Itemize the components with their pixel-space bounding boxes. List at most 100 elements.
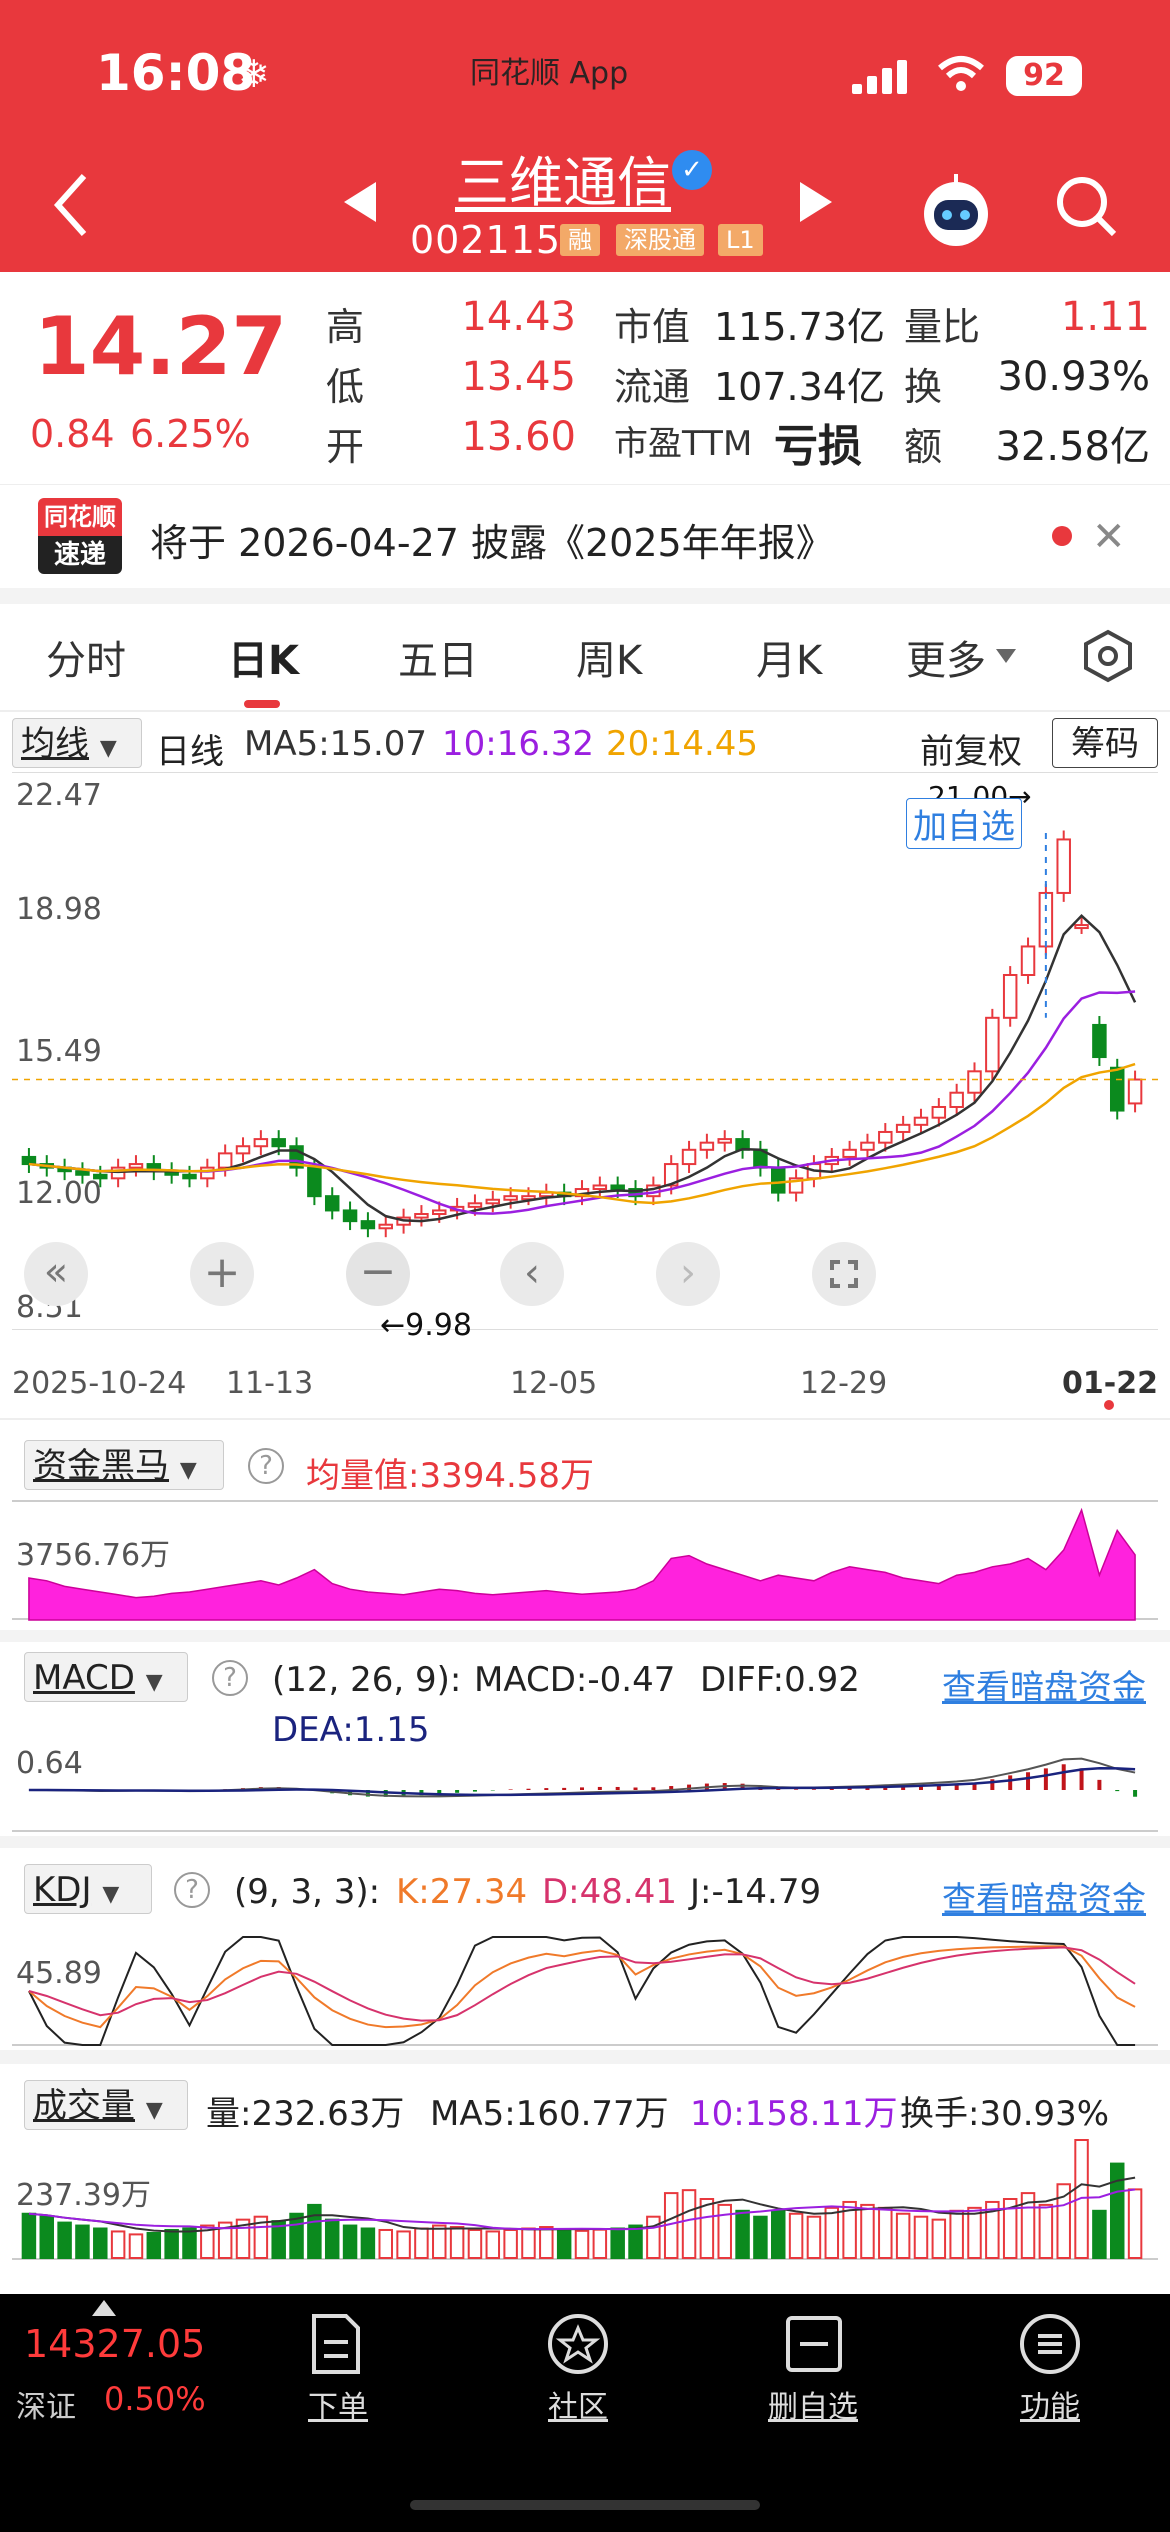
candle-body (253, 1138, 269, 1148)
order-icon[interactable] (306, 2312, 366, 2380)
candle-body (1020, 945, 1036, 976)
tab-intraday[interactable]: 分时 (46, 628, 126, 686)
volume-bar (771, 2209, 786, 2260)
adjust-mode[interactable]: 前复权 (920, 724, 1022, 773)
index-name: 深证 (16, 2390, 76, 2425)
tag-margin: 融 (560, 224, 600, 256)
news-logo-bottom: 速递 (38, 536, 122, 574)
help-icon[interactable]: ? (212, 1660, 248, 1696)
close-icon[interactable]: ✕ (1092, 514, 1126, 560)
news-logo-top: 同花顺 (38, 498, 122, 536)
tab-weekly-k[interactable]: 周K (576, 628, 642, 686)
tab-daily-k[interactable]: 日K (228, 628, 299, 686)
candle-body (699, 1141, 715, 1151)
chips-button[interactable]: 筹码 (1052, 718, 1158, 768)
kdj-panel-divider (0, 1836, 1170, 1848)
next-stock-icon[interactable] (796, 180, 836, 228)
tag-connect: 深股通 (616, 224, 704, 256)
battery-indicator: 92 (1006, 56, 1082, 96)
volume-svg (21, 2139, 1143, 2260)
quote-label-amount: 额 (904, 425, 943, 469)
kdj-select[interactable]: KDJ ▼ (24, 1864, 152, 1914)
settings-hexagon-icon[interactable] (1080, 628, 1136, 688)
volume-bar (110, 2230, 126, 2259)
fund-indicator-select[interactable]: 资金黑马 ▼ (24, 1440, 224, 1490)
robot-assistant-icon[interactable] (916, 170, 996, 254)
fullscreen-icon[interactable] (812, 1242, 876, 1306)
quote-label-low: 低 (326, 365, 365, 409)
community-icon[interactable] (546, 2312, 610, 2380)
volume-bar (860, 2203, 875, 2259)
candle-body (1109, 1066, 1125, 1112)
candle-body (378, 1223, 393, 1230)
volume-bar (735, 2209, 750, 2260)
candle-body (1092, 1023, 1107, 1059)
volume-bar (539, 2226, 554, 2260)
fund-avg-label: 均量值:3394.58万 (306, 1456, 595, 1496)
kchart-area[interactable] (12, 772, 1158, 1330)
volume-bar (503, 2228, 518, 2259)
volume-select[interactable]: 成交量 ▼ (24, 2080, 188, 2130)
candle-body (1002, 973, 1018, 1019)
remove-watch-icon[interactable] (782, 2312, 846, 2380)
volume-bar (592, 2228, 608, 2259)
nav-order[interactable]: 下单 (308, 2382, 368, 2426)
news-text[interactable]: 将于 2026-04-27 披露《2025年年报》 (150, 512, 834, 567)
help-icon[interactable]: ? (248, 1448, 284, 1484)
low-annotation: ←9.98 (380, 1308, 472, 1343)
add-watch-tag[interactable]: 加自选 (906, 798, 1022, 849)
scroll-right-icon[interactable]: › (656, 1242, 720, 1306)
fund-indicator-label: 资金黑马 (33, 1446, 169, 1486)
kchart-period: 日线 (156, 732, 224, 772)
nav-community[interactable]: 社区 (548, 2382, 608, 2426)
tab-more[interactable]: 更多 (906, 628, 986, 686)
volume-bar (485, 2230, 501, 2259)
signal-icon (850, 58, 912, 96)
quote-label-open: 开 (326, 425, 365, 469)
candle-body (592, 1184, 608, 1191)
volume-bar (324, 2218, 340, 2259)
zoom-in-icon[interactable]: + (190, 1242, 254, 1306)
kchart-ytick-0: 22.47 (16, 778, 102, 813)
prev-stock-icon[interactable] (340, 180, 380, 228)
volume-bar (182, 2227, 197, 2259)
fund-panel-divider (0, 1418, 1170, 1420)
volume-bar (628, 2224, 643, 2260)
macd-diff: DIFF:0.92 (700, 1660, 860, 1700)
volume-bar (931, 2218, 947, 2259)
volume-bar (449, 2226, 465, 2260)
candle-body (1074, 924, 1089, 930)
volume-bar (949, 2209, 964, 2260)
zoom-out-icon[interactable]: − (346, 1242, 410, 1306)
macd-select[interactable]: MACD ▼ (24, 1652, 188, 1702)
tab-monthly-k[interactable]: 月K (756, 628, 822, 686)
dark-pool-link[interactable]: 查看暗盘资金 (942, 1872, 1146, 1921)
candle-body (128, 1163, 144, 1169)
volume-bar (646, 2215, 661, 2259)
volume-bar (681, 2189, 697, 2259)
candle-body (271, 1138, 286, 1148)
tab-five-day[interactable]: 五日 (398, 628, 478, 686)
candle-body (200, 1166, 215, 1180)
candle-body (485, 1198, 501, 1205)
back-icon[interactable] (50, 170, 90, 244)
menu-icon[interactable] (1018, 2312, 1082, 2380)
kdj-select-label: KDJ (33, 1870, 92, 1910)
nav-functions[interactable]: 功能 (1020, 2382, 1080, 2426)
ma-select[interactable]: 均线 ▼ (12, 718, 142, 768)
stock-name[interactable]: 三维通信 (455, 138, 671, 217)
index-up-arrow-icon (92, 2300, 116, 2320)
rewind-icon[interactable]: « (24, 1242, 88, 1306)
candle-body (182, 1173, 197, 1180)
kchart-xtick-3: 12-29 (800, 1366, 888, 1401)
candle-body (414, 1213, 429, 1219)
index-value[interactable]: 14327.05 (24, 2322, 205, 2366)
help-icon[interactable]: ? (174, 1872, 210, 1908)
search-icon[interactable] (1054, 174, 1118, 242)
latest-dot (1104, 1400, 1114, 1410)
candle-body (717, 1138, 732, 1144)
scroll-left-icon[interactable]: ‹ (500, 1242, 564, 1306)
nav-remove-watch[interactable]: 删自选 (768, 2382, 858, 2426)
dark-pool-link[interactable]: 查看暗盘资金 (942, 1660, 1146, 1709)
volume-bar (432, 2224, 447, 2260)
